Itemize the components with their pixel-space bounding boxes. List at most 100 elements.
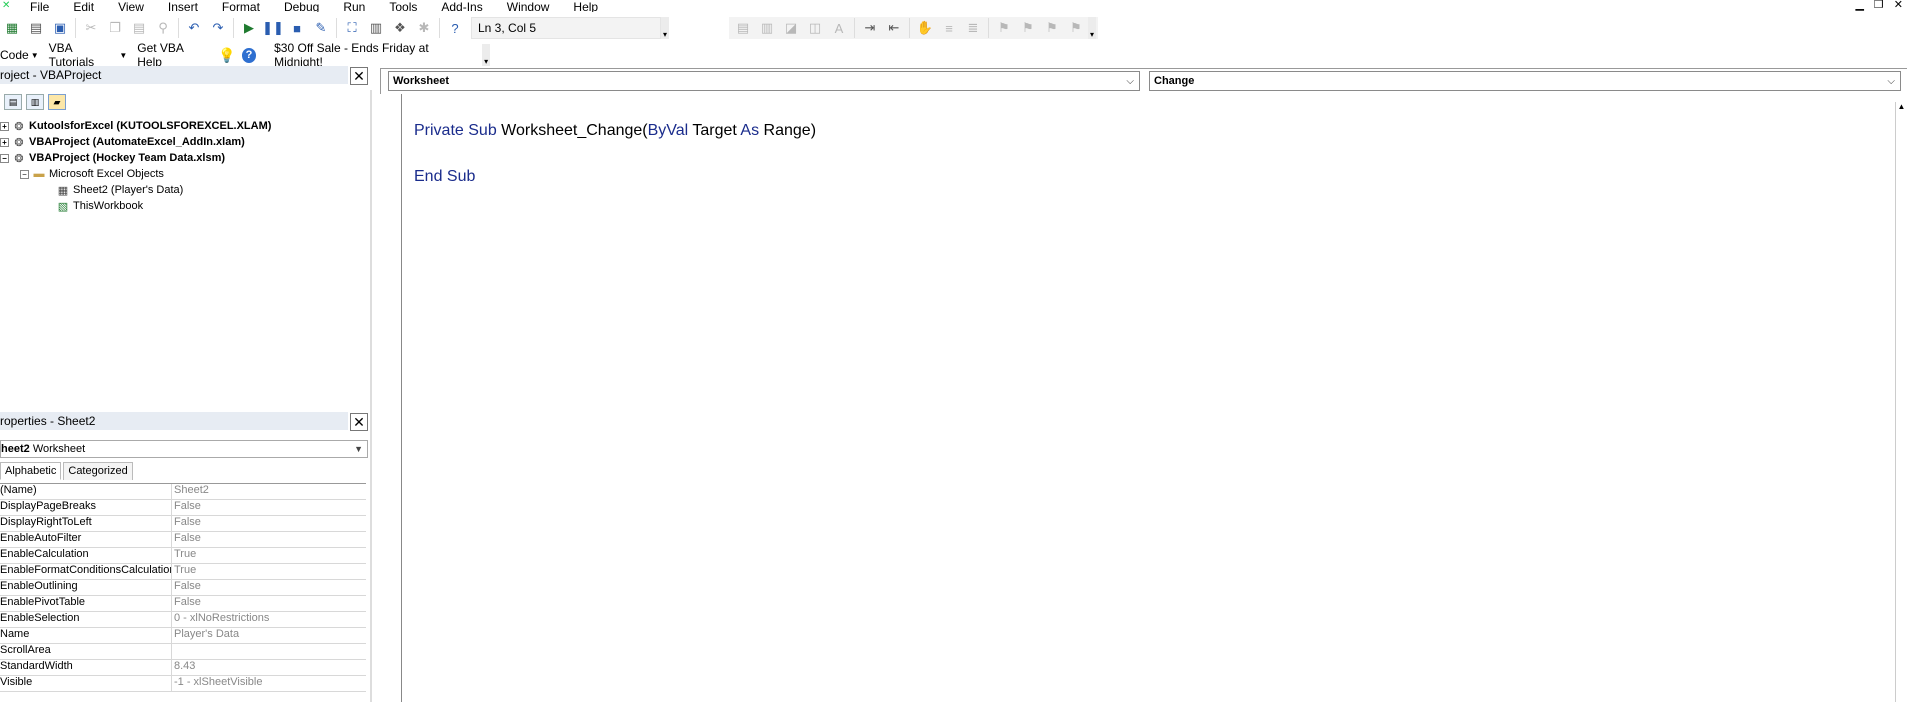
property-value[interactable]: False bbox=[172, 516, 201, 531]
property-row[interactable]: EnableFormatConditionsCalculation True bbox=[0, 564, 366, 580]
expand-icon[interactable]: + bbox=[0, 137, 9, 147]
menu-window[interactable]: Window bbox=[507, 1, 550, 12]
paste-icon[interactable]: ▤ bbox=[130, 19, 148, 37]
toolbox-icon[interactable]: ✱ bbox=[415, 19, 433, 37]
code-dropdown[interactable]: Code ▼ bbox=[0, 48, 39, 62]
property-value[interactable]: 8.43 bbox=[172, 660, 195, 675]
quick-info-icon[interactable]: ◪ bbox=[782, 19, 800, 37]
code-line-1[interactable]: Private Sub Worksheet_Change(ByVal Targe… bbox=[414, 122, 816, 140]
insert-userform-icon[interactable]: ▤ bbox=[27, 19, 45, 37]
tree-node-kutools[interactable]: + ❂ KutoolsforExcel (KUTOOLSFOREXCEL.XLA… bbox=[0, 118, 271, 134]
menu-run[interactable]: Run bbox=[343, 1, 365, 12]
object-selector[interactable]: heet2 Worksheet ▼ bbox=[0, 440, 368, 458]
object-browser-icon[interactable]: ❖ bbox=[391, 19, 409, 37]
redo-icon[interactable]: ↷ bbox=[209, 19, 227, 37]
break-icon[interactable]: ❚❚ bbox=[262, 19, 284, 37]
property-row[interactable]: StandardWidth 8.43 bbox=[0, 660, 366, 676]
run-icon[interactable]: ▶ bbox=[240, 19, 258, 37]
help-icon[interactable]: ? bbox=[446, 19, 464, 37]
property-row[interactable]: EnableCalculation True bbox=[0, 548, 366, 564]
tree-node-excel-objects[interactable]: − ▬ Microsoft Excel Objects bbox=[20, 166, 164, 182]
indent-icon[interactable]: ⇥ bbox=[861, 19, 879, 37]
collapse-icon[interactable]: − bbox=[0, 153, 9, 163]
property-value[interactable]: False bbox=[172, 500, 201, 515]
expand-icon[interactable]: + bbox=[0, 121, 9, 131]
uncomment-block-icon[interactable]: ≣ bbox=[964, 19, 982, 37]
excel-icon[interactable]: ✕ bbox=[2, 1, 16, 12]
question-icon[interactable]: ? bbox=[241, 47, 257, 63]
property-value[interactable]: Player's Data bbox=[172, 628, 239, 643]
list-constants-icon[interactable]: ▥ bbox=[758, 19, 776, 37]
property-row[interactable]: EnablePivotTable False bbox=[0, 596, 366, 612]
get-vba-help-button[interactable]: Get VBA Help bbox=[137, 41, 208, 69]
close-properties-pane-icon[interactable]: ✕ bbox=[350, 413, 368, 431]
property-row[interactable]: Name Player's Data bbox=[0, 628, 366, 644]
property-row[interactable]: DisplayRightToLeft False bbox=[0, 516, 366, 532]
property-value[interactable]: False bbox=[172, 580, 201, 595]
comment-block-icon[interactable]: ≡ bbox=[940, 19, 958, 37]
design-mode-icon[interactable]: ✎ bbox=[312, 19, 330, 37]
close-icon[interactable]: ✕ bbox=[1894, 0, 1903, 11]
menu-tools[interactable]: Tools bbox=[389, 1, 417, 12]
menu-insert[interactable]: Insert bbox=[168, 1, 198, 12]
next-bookmark-icon[interactable]: ⚑ bbox=[1019, 19, 1037, 37]
property-row[interactable]: EnableAutoFilter False bbox=[0, 532, 366, 548]
vba-tutorials-dropdown[interactable]: VBA Tutorials ▼ bbox=[49, 41, 128, 69]
parameter-info-icon[interactable]: ◫ bbox=[806, 19, 824, 37]
copy-icon[interactable]: ❐ bbox=[106, 19, 124, 37]
menu-edit[interactable]: Edit bbox=[73, 1, 94, 12]
property-row[interactable]: ScrollArea bbox=[0, 644, 366, 660]
property-value[interactable]: False bbox=[172, 596, 201, 611]
reset-icon[interactable]: ■ bbox=[288, 19, 306, 37]
tree-node-automateexcel[interactable]: + ❂ VBAProject (AutomateExcel_AddIn.xlam… bbox=[0, 134, 245, 150]
promo-link[interactable]: $30 Off Sale - Ends Friday at Midnight! bbox=[274, 41, 472, 69]
outdent-icon[interactable]: ⇤ bbox=[885, 19, 903, 37]
tree-node-hockey-team-data[interactable]: − ❂ VBAProject (Hockey Team Data.xlsm) bbox=[0, 150, 225, 166]
view-code-icon[interactable]: ▤ bbox=[4, 94, 22, 110]
toggle-folders-icon[interactable]: ▰ bbox=[48, 94, 66, 110]
property-row[interactable]: EnableOutlining False bbox=[0, 580, 366, 596]
project-explorer-icon[interactable]: ⛶ bbox=[343, 19, 361, 37]
menu-addins[interactable]: Add-Ins bbox=[441, 1, 482, 12]
close-project-pane-icon[interactable]: ✕ bbox=[350, 67, 368, 85]
code-line-3[interactable]: End Sub bbox=[414, 168, 475, 186]
property-value[interactable]: Sheet2 bbox=[172, 484, 209, 499]
menu-format[interactable]: Format bbox=[222, 1, 260, 12]
restore-icon[interactable]: ❐ bbox=[1874, 0, 1884, 11]
cut-icon[interactable]: ✂ bbox=[82, 19, 100, 37]
previous-bookmark-icon[interactable]: ⚑ bbox=[1043, 19, 1061, 37]
project-pane-scrollbar[interactable] bbox=[370, 90, 372, 702]
view-object-icon[interactable]: ▥ bbox=[26, 94, 44, 110]
menu-view[interactable]: View bbox=[118, 1, 144, 12]
toolbar-overflow-icon[interactable]: ▾ bbox=[1088, 17, 1096, 39]
minimize-icon[interactable]: ▁ bbox=[1855, 0, 1863, 11]
property-row[interactable]: DisplayPageBreaks False bbox=[0, 500, 366, 516]
menu-debug[interactable]: Debug bbox=[284, 1, 319, 12]
property-value[interactable]: -1 - xlSheetVisible bbox=[172, 676, 262, 691]
code-vertical-scrollbar[interactable]: ▲ bbox=[1895, 102, 1907, 702]
property-row[interactable]: Visible -1 - xlSheetVisible bbox=[0, 676, 366, 692]
code-editor[interactable]: Private Sub Worksheet_Change(ByVal Targe… bbox=[403, 94, 1893, 702]
list-properties-icon[interactable]: ▤ bbox=[734, 19, 752, 37]
tab-categorized[interactable]: Categorized bbox=[63, 462, 133, 480]
property-value[interactable]: True bbox=[172, 548, 196, 563]
undo-icon[interactable]: ↶ bbox=[185, 19, 203, 37]
code-margin-indicator-bar[interactable] bbox=[380, 94, 402, 702]
toggle-bookmark-icon[interactable]: ⚑ bbox=[995, 19, 1013, 37]
lightbulb-icon[interactable]: 💡 bbox=[218, 47, 235, 64]
property-value[interactable]: 0 - xlNoRestrictions bbox=[172, 612, 269, 627]
tree-node-sheet2[interactable]: ▦ Sheet2 (Player's Data) bbox=[56, 182, 184, 198]
property-value[interactable] bbox=[172, 644, 174, 659]
property-value[interactable]: False bbox=[172, 532, 201, 547]
clear-bookmarks-icon[interactable]: ⚑ bbox=[1067, 19, 1085, 37]
collapse-icon[interactable]: − bbox=[20, 169, 29, 179]
procedure-combo[interactable]: Change ⌵ bbox=[1149, 71, 1901, 91]
save-icon[interactable]: ▣ bbox=[51, 19, 69, 37]
tree-node-thisworkbook[interactable]: ▧ ThisWorkbook bbox=[56, 198, 143, 214]
property-row[interactable]: EnableSelection 0 - xlNoRestrictions bbox=[0, 612, 366, 628]
object-combo[interactable]: Worksheet ⌵ bbox=[388, 71, 1140, 91]
properties-window-icon[interactable]: ▥ bbox=[367, 19, 385, 37]
property-row[interactable]: (Name) Sheet2 bbox=[0, 484, 366, 500]
menu-help[interactable]: Help bbox=[573, 1, 598, 12]
scroll-up-icon[interactable]: ▲ bbox=[1896, 102, 1907, 111]
